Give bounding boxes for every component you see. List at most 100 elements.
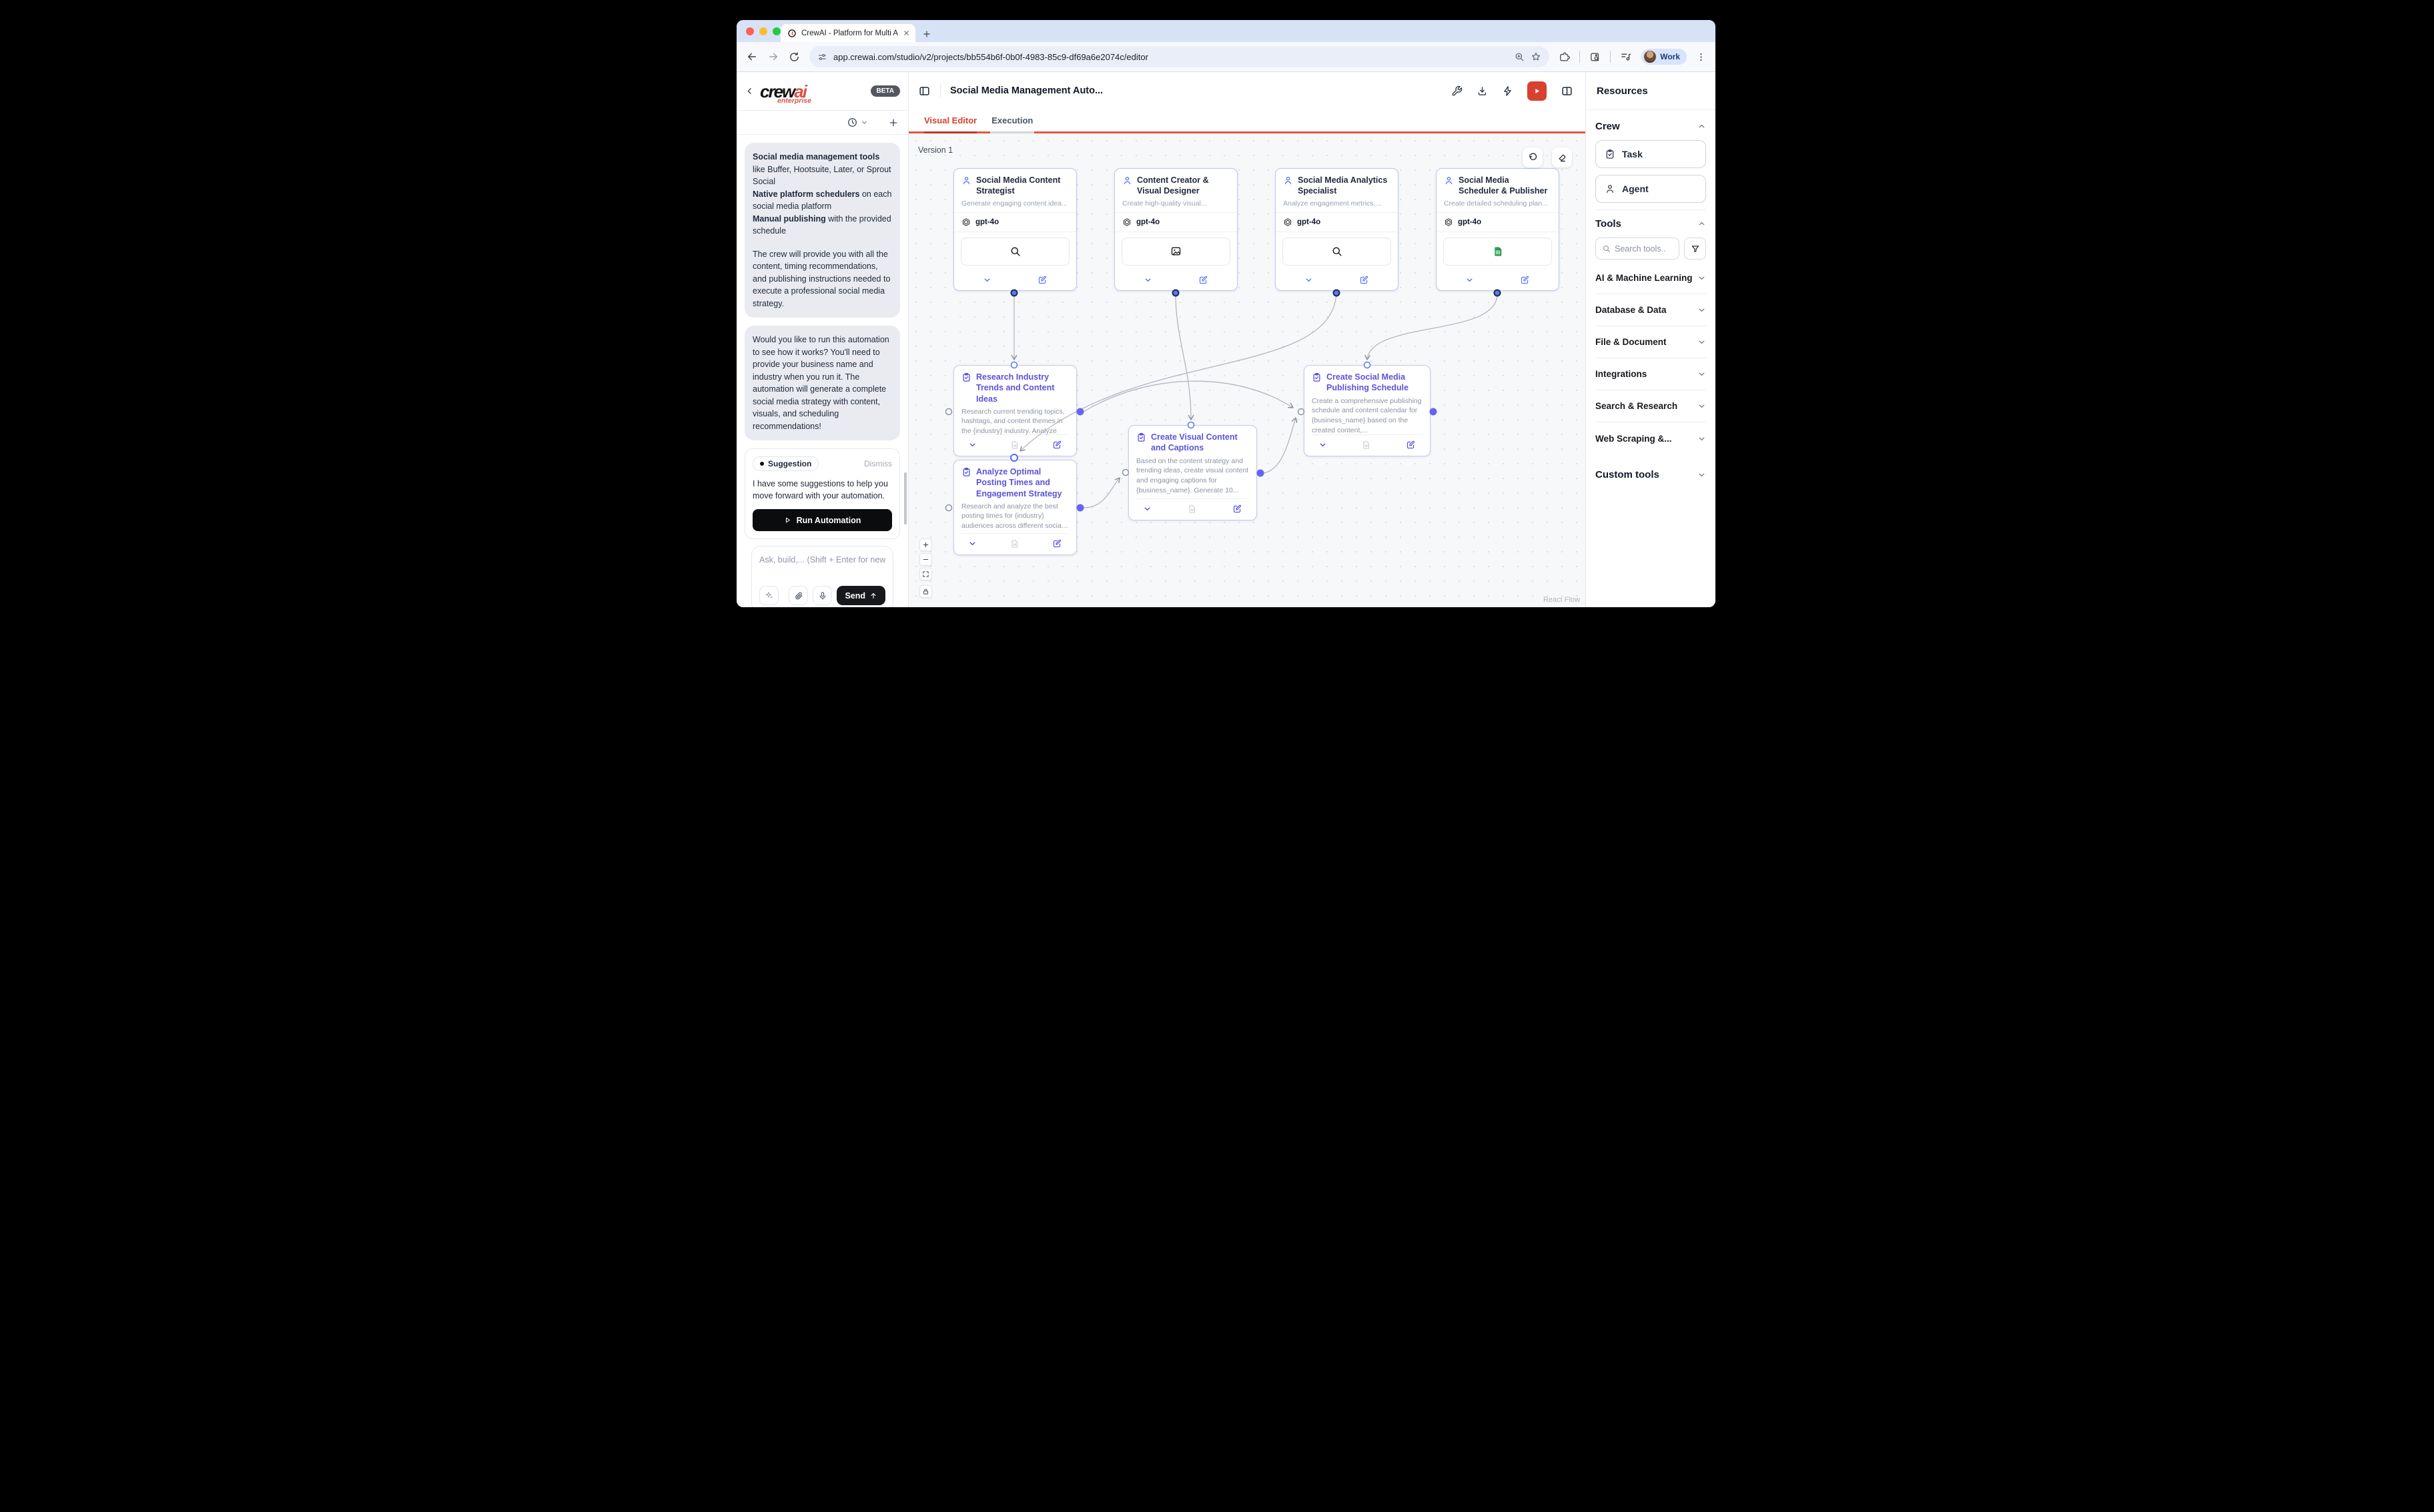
- run-automation-button[interactable]: Run Automation: [753, 509, 892, 532]
- expand-node-icon[interactable]: [968, 539, 977, 548]
- minimize-window-button[interactable]: [759, 27, 767, 35]
- task-clipboard-icon: [1605, 149, 1615, 159]
- task-node[interactable]: Analyze Optimal Posting Times and Engage…: [953, 460, 1077, 555]
- filter-tools-button[interactable]: [1684, 238, 1706, 260]
- agent-node[interactable]: Content Creator & Visual Designer Create…: [1114, 168, 1238, 291]
- agent-tool-search[interactable]: [961, 237, 1070, 266]
- edit-node-icon[interactable]: [1520, 275, 1530, 285]
- expand-node-icon[interactable]: [1143, 504, 1152, 513]
- tab-underline: [1034, 109, 1585, 133]
- toggle-right-panel-icon[interactable]: [1561, 85, 1573, 97]
- edit-node-icon[interactable]: [1052, 440, 1062, 450]
- expand-node-icon[interactable]: [1144, 276, 1152, 284]
- extensions-icon[interactable]: [1559, 51, 1571, 63]
- agent-node[interactable]: Social Media Analytics Specialist Analyz…: [1275, 168, 1398, 291]
- react-flow-attribution[interactable]: React Flow: [1543, 596, 1580, 604]
- task-output-doc-icon[interactable]: [1188, 504, 1197, 514]
- task-output-doc-icon[interactable]: [1362, 440, 1371, 450]
- settings-wrench-icon[interactable]: [1451, 85, 1463, 97]
- agent-person-icon: [1605, 183, 1615, 194]
- browser-tab[interactable]: CrewAI - Platform for Multi AI: [781, 24, 915, 42]
- edit-node-icon[interactable]: [1359, 275, 1369, 285]
- zoom-out-button[interactable]: [919, 553, 932, 566]
- send-button[interactable]: Send: [837, 586, 885, 606]
- task-node[interactable]: Create Visual Content and Captions Based…: [1128, 425, 1257, 520]
- search-tabs-icon[interactable]: [1589, 51, 1601, 63]
- category-database-data[interactable]: Database & Data: [1595, 294, 1706, 326]
- task-node[interactable]: Create Social Media Publishing Schedule …: [1304, 365, 1431, 456]
- maximize-window-button[interactable]: [773, 27, 781, 35]
- ai-sparkle-button[interactable]: [759, 586, 779, 606]
- crew-section-header[interactable]: Crew: [1595, 115, 1706, 140]
- microphone-button[interactable]: [813, 586, 833, 606]
- collapse-sidebar-icon[interactable]: [745, 86, 755, 96]
- suggestion-badge: Suggestion: [753, 456, 819, 471]
- agent-tool-google-sheets[interactable]: [1443, 237, 1552, 266]
- zoom-page-icon[interactable]: [1514, 51, 1525, 62]
- category-file-document[interactable]: File & Document: [1595, 326, 1706, 358]
- add-task-button[interactable]: Task: [1595, 140, 1706, 168]
- browser-menu-icon[interactable]: [1696, 52, 1706, 62]
- edit-node-icon[interactable]: [1198, 275, 1208, 285]
- category-ai-machine-learning[interactable]: AI & Machine Learning: [1595, 262, 1706, 294]
- attach-file-button[interactable]: [789, 586, 809, 606]
- flow-canvas[interactable]: Version 1 Social Media Content Strategis…: [909, 133, 1585, 607]
- run-button[interactable]: [1527, 81, 1547, 101]
- category-search-research[interactable]: Search & Research: [1595, 390, 1706, 422]
- category-integrations[interactable]: Integrations: [1595, 358, 1706, 390]
- search-tools-field[interactable]: [1595, 238, 1679, 260]
- expand-node-icon[interactable]: [983, 276, 991, 284]
- reading-list-icon[interactable]: [1620, 51, 1632, 63]
- toggle-left-panel-icon[interactable]: [918, 85, 931, 97]
- close-tab-icon[interactable]: [903, 29, 910, 37]
- browser-profile-chip[interactable]: Work: [1641, 49, 1687, 65]
- close-window-button[interactable]: [746, 27, 754, 35]
- expand-node-icon[interactable]: [1304, 276, 1313, 284]
- sidebar-scrollbar[interactable]: [904, 472, 907, 524]
- forward-icon[interactable]: [767, 51, 779, 63]
- search-tools-input[interactable]: [1615, 244, 1673, 254]
- url-bar[interactable]: app.crewai.com/studio/v2/projects/bb554b…: [809, 46, 1550, 67]
- fit-view-button[interactable]: [919, 568, 932, 581]
- reload-icon[interactable]: [789, 51, 800, 63]
- expand-node-icon[interactable]: [968, 440, 977, 449]
- edit-node-icon[interactable]: [1052, 538, 1062, 548]
- dismiss-link[interactable]: Dismiss: [864, 459, 892, 468]
- history-clock-icon[interactable]: [847, 117, 858, 128]
- tools-section-header[interactable]: Tools: [1595, 213, 1706, 238]
- site-settings-icon[interactable]: [817, 52, 827, 62]
- category-web-scraping[interactable]: Web Scraping &...: [1595, 422, 1706, 454]
- lock-button[interactable]: [919, 585, 932, 598]
- lightning-icon[interactable]: [1502, 85, 1513, 97]
- eraser-button[interactable]: [1552, 147, 1572, 167]
- edit-node-icon[interactable]: [1406, 440, 1416, 450]
- expand-node-icon[interactable]: [1318, 440, 1327, 449]
- task-output-doc-icon[interactable]: [1010, 440, 1020, 450]
- expand-node-icon[interactable]: [1465, 276, 1474, 284]
- new-chat-icon[interactable]: [888, 117, 899, 128]
- back-icon[interactable]: [746, 51, 758, 63]
- agent-tool-search[interactable]: [1282, 237, 1391, 266]
- add-agent-button[interactable]: Agent: [1595, 175, 1706, 203]
- assistant-message: Would you like to run this automation to…: [745, 326, 900, 440]
- agent-node[interactable]: Social Media Content Strategist Generate…: [953, 168, 1077, 291]
- chevron-down-icon: [1697, 306, 1706, 314]
- download-icon[interactable]: [1477, 85, 1488, 97]
- agent-tool-image[interactable]: [1122, 237, 1230, 266]
- crewai-logo: crewai enterprise: [760, 81, 811, 105]
- zoom-in-button[interactable]: [919, 538, 932, 551]
- chat-input[interactable]: [759, 555, 885, 565]
- bookmark-star-icon[interactable]: [1531, 51, 1541, 62]
- tab-visual-editor[interactable]: Visual Editor: [924, 109, 977, 133]
- agent-node[interactable]: Social Media Scheduler & Publisher Creat…: [1436, 168, 1559, 291]
- custom-tools-section-header[interactable]: Custom tools: [1595, 469, 1706, 480]
- resources-panel: Resources Crew Task Agent Tools Search t…: [1585, 72, 1715, 607]
- new-tab-button[interactable]: [922, 29, 931, 39]
- undo-button[interactable]: [1523, 147, 1543, 167]
- edit-node-icon[interactable]: [1038, 275, 1048, 285]
- tab-execution[interactable]: Execution: [990, 109, 1035, 133]
- task-output-doc-icon[interactable]: [1010, 539, 1020, 548]
- task-node[interactable]: Research Industry Trends and Content Ide…: [953, 365, 1077, 456]
- chevron-down-icon[interactable]: [861, 119, 868, 126]
- edit-node-icon[interactable]: [1232, 504, 1242, 514]
